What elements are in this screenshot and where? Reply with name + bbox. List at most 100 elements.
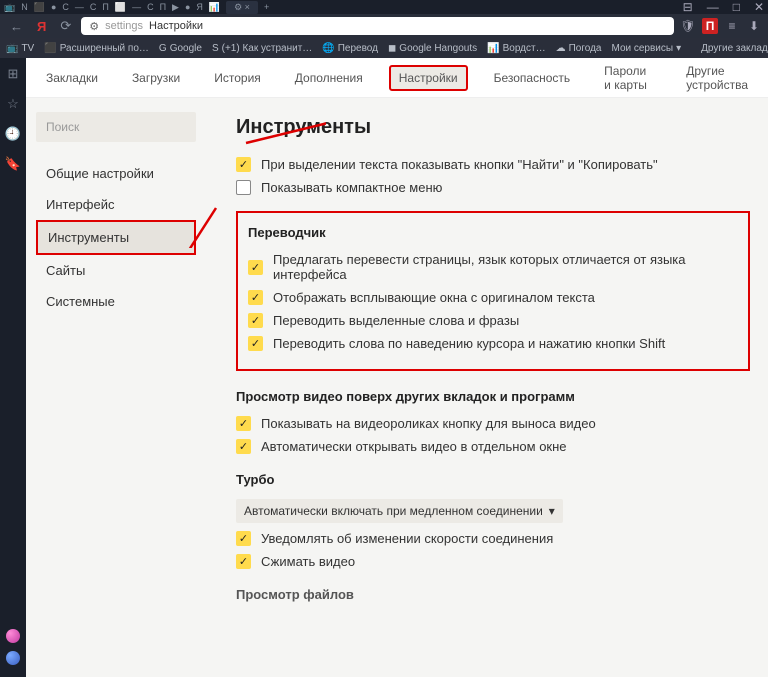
checkbox-label: Предлагать перевести страницы, язык кото… <box>273 252 738 282</box>
address-input[interactable]: ⚙ settings Настройки <box>81 17 674 35</box>
browser-tab[interactable]: Я <box>196 2 203 12</box>
bookmark-item[interactable]: ☁ Погода <box>556 43 602 54</box>
bookmark-item[interactable]: 📺 TV <box>6 43 34 54</box>
browser-tab[interactable]: ▶ <box>172 2 179 13</box>
minimize-icon[interactable]: — <box>707 0 719 14</box>
bookmark-item[interactable]: G Google <box>159 43 202 54</box>
menu-icon[interactable]: ≡ <box>724 18 740 34</box>
browser-tab[interactable]: 📊 <box>209 2 220 13</box>
sidebar-item-sites[interactable]: Сайты <box>36 255 196 286</box>
home-button[interactable]: Я <box>33 19 50 34</box>
section-title: Инструменты <box>236 116 750 139</box>
browser-tab[interactable]: C <box>62 2 69 12</box>
browser-tab-active[interactable]: ⚙ × <box>226 1 258 14</box>
shield-icon[interactable]: 🛡 <box>680 18 696 34</box>
nav-downloads[interactable]: Загрузки <box>124 67 188 89</box>
checkbox-label: Автоматически открывать видео в отдельно… <box>261 439 567 454</box>
checkbox-row[interactable]: ✓Сжимать видео <box>236 554 750 569</box>
bookmark-item[interactable]: S (+1) Как устранит… <box>212 43 312 54</box>
assistant-icon[interactable] <box>6 651 20 665</box>
checkbox-label: Переводить выделенные слова и фразы <box>273 313 519 328</box>
nav-bookmarks[interactable]: Закладки <box>38 67 106 89</box>
checkbox-row[interactable]: ✓ Переводить выделенные слова и фразы <box>248 313 738 328</box>
checkbox-row[interactable]: ✓ Показывать на видеороликах кнопку для в… <box>236 416 750 431</box>
checkbox-icon[interactable]: ✓ <box>248 290 263 305</box>
checkbox-icon[interactable]: ✓ <box>248 260 263 275</box>
bookmarks-bar: 📺 TV ⬛ Расширенный по… G Google S (+1) К… <box>0 38 768 58</box>
browser-tab[interactable]: ● <box>185 2 190 12</box>
bookmark-item[interactable]: ◼ Google Hangouts <box>388 43 477 54</box>
group-title: Просмотр файлов <box>236 587 750 602</box>
bookmark-item[interactable]: 📊 Вордст… <box>487 43 545 54</box>
browser-tab[interactable]: П <box>102 2 108 12</box>
checkbox-row[interactable]: ✓Уведомлять об изменении скорости соедин… <box>236 531 750 546</box>
checkbox-icon[interactable]: ✓ <box>248 336 263 351</box>
bookmark-icon[interactable]: 🔖 <box>5 156 21 172</box>
checkbox-icon[interactable]: ✓ <box>236 531 251 546</box>
collapse-icon[interactable]: ⊟ <box>683 0 693 14</box>
sidebar-item-interface[interactable]: Интерфейс <box>36 189 196 220</box>
browser-tab[interactable]: ● <box>51 2 56 12</box>
bookmark-item[interactable]: ⬛ Расширенный по… <box>44 43 149 54</box>
extension-icon[interactable]: П <box>702 18 718 34</box>
checkbox-icon[interactable]: ✓ <box>236 439 251 454</box>
nav-history[interactable]: История <box>206 67 269 89</box>
back-button[interactable]: ← <box>6 19 27 34</box>
turbo-select[interactable]: Автоматически включать при медленном сое… <box>236 499 563 523</box>
checkbox-label: Отображать всплывающие окна с оригиналом… <box>273 290 595 305</box>
nav-passwords[interactable]: Пароли и карты <box>596 60 660 96</box>
side-panel: ⊞ ☆ 🕘 🔖 <box>0 58 26 677</box>
alice-icon[interactable] <box>6 629 20 643</box>
download-icon[interactable]: ⬇ <box>746 18 762 34</box>
checkbox-icon[interactable]: ✓ <box>236 554 251 569</box>
browser-tab[interactable]: П <box>160 2 166 12</box>
bookmark-item[interactable]: Мои сервисы ▾ <box>612 43 682 54</box>
checkbox-icon[interactable]: ✓ <box>236 157 251 172</box>
checkbox-icon[interactable]: ✓ <box>236 416 251 431</box>
translator-section: Переводчик ✓ Предлагать перевести страниц… <box>236 211 750 371</box>
sidebar-item-general[interactable]: Общие настройки <box>36 158 196 189</box>
group-title: Просмотр видео поверх других вкладок и п… <box>236 389 750 404</box>
address-text: Настройки <box>149 20 203 32</box>
checkbox-icon[interactable] <box>236 180 251 195</box>
browser-tab[interactable]: C <box>90 2 97 12</box>
bookmark-item[interactable]: 🌐 Перевод <box>322 43 378 54</box>
browser-tab[interactable]: — <box>75 2 84 12</box>
browser-tab[interactable]: N <box>21 2 28 12</box>
address-bar-row: ← Я ⟳ ⚙ settings Настройки 🛡 П ≡ ⬇ <box>0 14 768 38</box>
browser-tab[interactable]: — <box>132 2 141 12</box>
group-title: Переводчик <box>248 225 738 240</box>
browser-tab[interactable]: ⬛ <box>34 2 45 13</box>
apps-icon[interactable]: ⊞ <box>8 66 19 82</box>
checkbox-row[interactable]: ✓ При выделении текста показывать кнопки… <box>236 157 750 172</box>
settings-search[interactable]: Поиск <box>36 112 196 142</box>
nav-settings[interactable]: Настройки <box>389 65 468 91</box>
checkbox-label: Показывать на видеороликах кнопку для вы… <box>261 416 596 431</box>
checkbox-row[interactable]: ✓ Автоматически открывать видео в отдельн… <box>236 439 750 454</box>
maximize-icon[interactable]: □ <box>733 0 740 14</box>
sidebar-item-tools[interactable]: Инструменты <box>36 220 196 255</box>
sidebar-item-system[interactable]: Системные <box>36 286 196 317</box>
close-icon[interactable]: ✕ <box>754 0 764 14</box>
settings-top-nav: Закладки Загрузки История Дополнения Нас… <box>26 58 768 98</box>
group-title: Турбо <box>236 472 750 487</box>
checkbox-icon[interactable]: ✓ <box>248 313 263 328</box>
reload-button[interactable]: ⟳ <box>56 18 75 34</box>
browser-tab[interactable]: ⬜ <box>115 2 126 13</box>
checkbox-row[interactable]: ✓ Отображать всплывающие окна с оригинало… <box>248 290 738 305</box>
new-tab-button[interactable]: + <box>264 2 269 12</box>
files-section: Просмотр файлов <box>236 587 750 602</box>
browser-tab[interactable]: 📺 <box>4 2 15 13</box>
nav-addons[interactable]: Дополнения <box>287 67 371 89</box>
nav-security[interactable]: Безопасность <box>486 67 579 89</box>
checkbox-row[interactable]: ✓ Предлагать перевести страницы, язык кот… <box>248 252 738 282</box>
checkbox-row[interactable]: ✓Переводить слова по наведению курсора и… <box>248 336 738 351</box>
checkbox-label: При выделении текста показывать кнопки "… <box>261 157 658 172</box>
nav-other-devices[interactable]: Другие устройства <box>678 60 756 96</box>
star-icon[interactable]: ☆ <box>7 96 19 112</box>
browser-tab[interactable]: C <box>147 2 154 12</box>
other-bookmarks[interactable]: Другие закладки <box>701 43 768 54</box>
history-icon[interactable]: 🕘 <box>5 126 21 142</box>
checkbox-row[interactable]: Показывать компактное меню <box>236 180 750 195</box>
settings-sidebar: Поиск Общие настройки Интерфейс Инструме… <box>26 106 206 677</box>
